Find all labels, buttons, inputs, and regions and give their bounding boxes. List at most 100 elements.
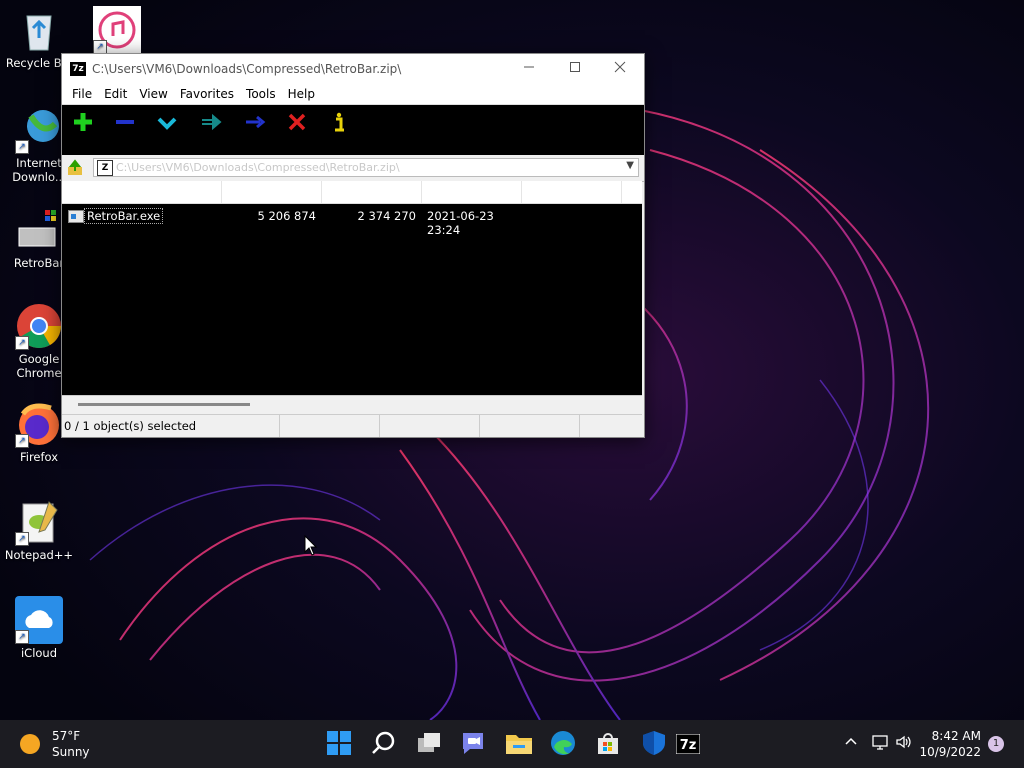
file-name: RetroBar.exe	[84, 208, 164, 224]
teams-chat-button[interactable]	[460, 730, 488, 758]
status-pane-4	[480, 415, 580, 437]
status-text: 0 / 1 object(s) selected	[62, 415, 280, 437]
file-size: 5 206 874	[257, 209, 316, 223]
column-header-packed-size[interactable]	[322, 181, 422, 203]
file-list[interactable]: RetroBar.exe 5 206 874 2 374 270 2021-06…	[62, 181, 642, 395]
icloud-icon: ↗	[15, 596, 63, 644]
test-icon	[157, 117, 177, 130]
up-folder-button[interactable]	[66, 159, 84, 177]
shortcut-arrow-icon: ↗	[15, 336, 29, 350]
close-button[interactable]	[597, 54, 643, 84]
info-button[interactable]	[324, 111, 354, 135]
desktop-icon-itunes[interactable]: ↗	[78, 6, 156, 56]
weather-temperature: 57°F	[52, 729, 81, 743]
column-header-size[interactable]	[222, 181, 322, 203]
menu-favorites[interactable]: Favorites	[174, 84, 240, 104]
store-button[interactable]	[595, 730, 623, 758]
minimize-button[interactable]	[506, 54, 552, 84]
7zip-taskbar-icon: 7z	[675, 733, 701, 755]
weather-description: Sunny	[52, 745, 90, 759]
window-titlebar[interactable]: 7z C:\Users\VM6\Downloads\Compressed\Ret…	[62, 54, 644, 84]
file-row[interactable]: RetroBar.exe 5 206 874 2 374 270 2021-06…	[62, 207, 642, 237]
add-icon	[74, 113, 92, 131]
shortcut-arrow-icon: ↗	[15, 630, 29, 644]
maximize-button[interactable]	[552, 54, 598, 84]
close-icon	[614, 61, 626, 73]
shortcut-arrow-icon: ↗	[15, 434, 29, 448]
window-title: C:\Users\VM6\Downloads\Compressed\RetroB…	[92, 62, 402, 76]
maximize-icon	[570, 62, 580, 72]
add-button[interactable]	[68, 111, 98, 135]
notification-badge[interactable]: 1	[988, 736, 1004, 752]
shortcut-arrow-icon: ↗	[15, 140, 29, 154]
desktop-icon-icloud[interactable]: ↗ iCloud	[0, 596, 78, 660]
chevron-up-icon	[845, 737, 857, 745]
network-icon	[872, 735, 888, 750]
chrome-icon: ↗	[15, 302, 63, 350]
move-button[interactable]	[240, 111, 270, 135]
clock[interactable]: 8:42 AM 10/9/2022	[919, 728, 981, 760]
clock-date: 10/9/2022	[919, 745, 981, 759]
clock-time: 8:42 AM	[931, 729, 981, 743]
menu-tools[interactable]: Tools	[240, 84, 282, 104]
status-pane-3	[380, 415, 480, 437]
copy-button[interactable]	[196, 111, 226, 135]
file-explorer-button[interactable]	[505, 730, 533, 758]
desktop-icon-label: Notepad++	[4, 548, 74, 562]
column-header-extra[interactable]	[522, 181, 622, 203]
test-button[interactable]	[152, 111, 182, 135]
notepad-plus-plus-icon: ↗	[15, 498, 63, 546]
volume-button[interactable]	[895, 734, 913, 754]
menu-bar: File Edit View Favorites Tools Help	[62, 84, 644, 105]
store-icon	[598, 733, 618, 754]
column-header-modified[interactable]	[422, 181, 522, 203]
show-hidden-icons-button[interactable]	[844, 734, 858, 752]
status-pane-2	[280, 415, 380, 437]
firefox-icon: ↗	[15, 400, 63, 448]
address-text: C:\Users\VM6\Downloads\Compressed\RetroB…	[116, 161, 400, 174]
menu-edit[interactable]: Edit	[98, 84, 133, 104]
desktop-icon-notepad-plus-plus[interactable]: ↗ Notepad++	[0, 498, 78, 562]
exe-file-icon	[68, 210, 84, 223]
edge-icon	[551, 731, 575, 755]
network-button[interactable]	[871, 734, 889, 754]
up-folder-icon	[68, 159, 82, 175]
info-icon	[335, 112, 344, 132]
task-view-button[interactable]	[416, 730, 444, 758]
edge-button[interactable]	[550, 730, 578, 758]
horizontal-scrollbar[interactable]	[62, 395, 642, 413]
mouse-cursor-icon	[304, 535, 318, 556]
scrollbar-thumb[interactable]	[78, 403, 250, 406]
desktop-icon-label: iCloud	[20, 646, 58, 660]
7zip-file-manager-window[interactable]: 7z C:\Users\VM6\Downloads\Compressed\Ret…	[61, 53, 645, 438]
menu-view[interactable]: View	[133, 84, 173, 104]
delete-button[interactable]	[282, 111, 312, 135]
extract-icon	[116, 120, 134, 124]
teams-chat-icon	[463, 733, 483, 754]
menu-help[interactable]: Help	[282, 84, 321, 104]
toolbar	[62, 105, 644, 155]
defender-button[interactable]	[641, 730, 669, 758]
extract-button[interactable]	[110, 111, 140, 135]
search-button[interactable]	[371, 730, 399, 758]
start-icon	[327, 731, 351, 755]
recycle-bin-icon	[15, 6, 63, 54]
svg-text:7z: 7z	[680, 738, 697, 753]
file-explorer-icon	[506, 735, 532, 754]
7zip-taskbar-button[interactable]: 7z	[675, 730, 704, 758]
file-modified: 2021-06-23 23:24	[427, 209, 494, 237]
chevron-down-icon[interactable]: ▼	[626, 160, 634, 171]
copy-icon	[202, 113, 222, 131]
column-headers	[62, 181, 642, 204]
search-icon	[372, 731, 395, 754]
address-input[interactable]: Z C:\Users\VM6\Downloads\Compressed\Retr…	[93, 158, 639, 177]
7zip-app-icon: 7z	[70, 62, 86, 76]
zip-archive-icon: Z	[97, 160, 113, 176]
start-button[interactable]	[326, 730, 354, 758]
itunes-icon: ↗	[93, 6, 141, 54]
menu-file[interactable]: File	[66, 84, 98, 104]
task-view-icon	[418, 733, 440, 752]
delete-icon	[288, 113, 306, 131]
shortcut-arrow-icon: ↗	[93, 40, 107, 54]
column-header-name[interactable]	[62, 181, 222, 203]
